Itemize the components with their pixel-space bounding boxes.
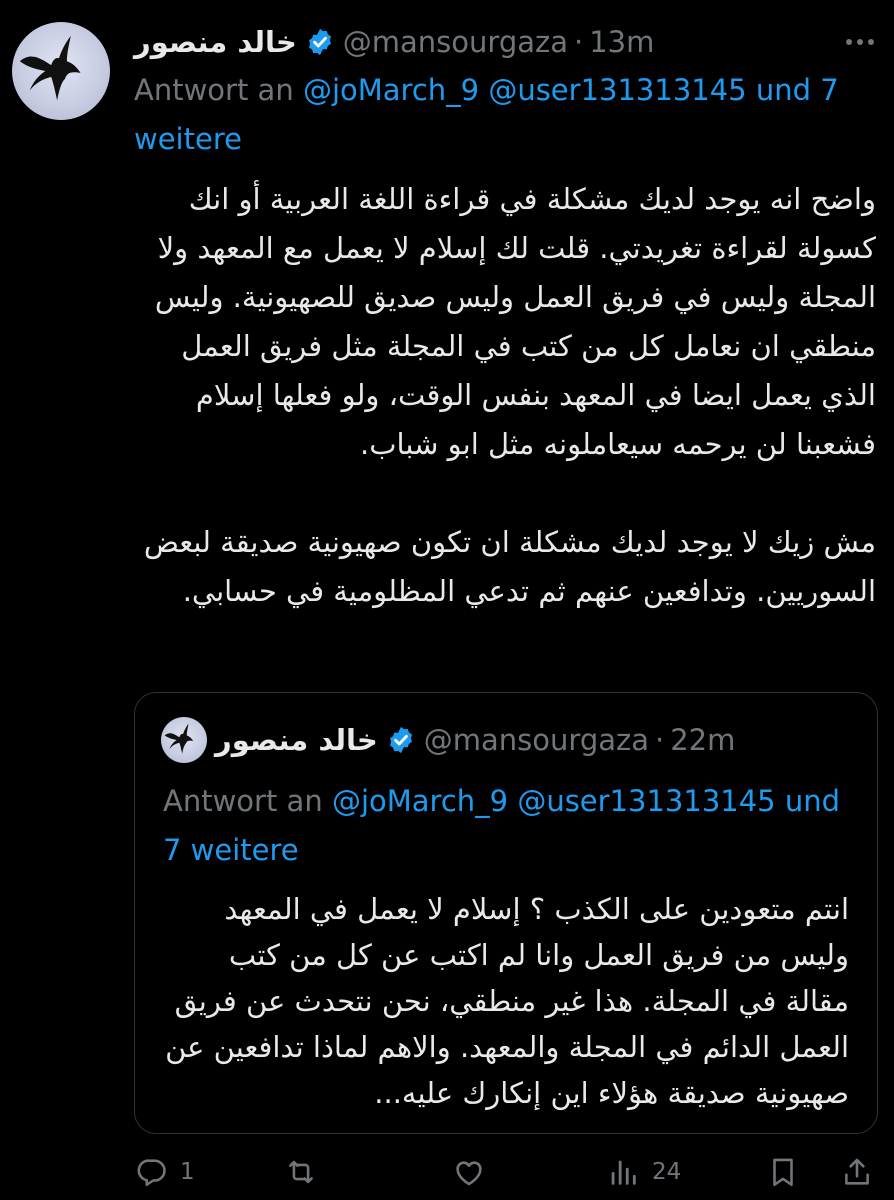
author-avatar[interactable]: [12, 22, 110, 120]
quoted-tweet-body: انتم متعودين على الكذب ؟ إسلام لا يعمل ف…: [165, 892, 849, 1110]
share-button[interactable]: [840, 1150, 874, 1194]
tweet-paragraph-1: واضح انه يوجد لديك مشكلة في قراءة اللغة …: [154, 182, 876, 461]
tweet-header: خالد منصور @mansourgaza · 13m: [134, 22, 874, 62]
bird-avatar-icon: [19, 35, 81, 101]
author-handle[interactable]: @mansourgaza: [343, 25, 568, 59]
like-button[interactable]: [452, 1150, 498, 1194]
quoted-author-avatar[interactable]: [161, 717, 207, 763]
tweet-time[interactable]: 13m: [589, 25, 654, 59]
reply-icon: [137, 1159, 166, 1187]
mention-jomarch[interactable]: @joMarch_9: [303, 73, 479, 107]
views-count: 24: [652, 1159, 682, 1185]
quoted-author-handle[interactable]: @mansourgaza: [424, 723, 649, 757]
tweet-action-bar: 1 24: [134, 1150, 874, 1194]
bookmark-icon: [773, 1158, 793, 1187]
mention-jomarch[interactable]: @joMarch_9: [332, 784, 508, 818]
tweet-body: واضح انه يوجد لديك مشكلة في قراءة اللغة …: [134, 175, 876, 616]
share-icon: [845, 1158, 869, 1185]
reply-count: 1: [180, 1159, 195, 1185]
reply-prefix: Antwort an: [134, 73, 294, 107]
retweet-button[interactable]: [284, 1150, 330, 1194]
bird-avatar-icon: [164, 723, 194, 754]
quoted-tweet[interactable]: خالد منصور @mansourgaza · 22m Antwort an…: [134, 692, 878, 1134]
quoted-tweet-time[interactable]: 22m: [670, 723, 735, 757]
mention-user131313145[interactable]: @user131313145: [517, 784, 775, 818]
tweet-paragraph-2: مش زيك لا يوجد لديك مشكلة ان تكون صهيوني…: [143, 525, 876, 608]
retweet-icon: [289, 1160, 313, 1184]
mention-user131313145[interactable]: @user131313145: [488, 73, 746, 107]
reply-to-line: Antwort an @joMarch_9 @user131313145 und…: [134, 66, 874, 164]
quoted-reply-to-line: Antwort an @joMarch_9 @user131313145 und…: [163, 777, 843, 875]
heart-icon: [456, 1161, 482, 1186]
verified-badge-icon: [308, 28, 331, 56]
reply-button[interactable]: 1: [134, 1150, 195, 1194]
more-icon[interactable]: [846, 22, 874, 62]
bookmark-button[interactable]: [766, 1150, 800, 1194]
separator-dot: ·: [655, 723, 665, 757]
views-icon: [611, 1160, 636, 1185]
reply-prefix: Antwort an: [163, 784, 323, 818]
verified-badge-icon: [389, 726, 412, 754]
quoted-author-name[interactable]: خالد منصور: [215, 723, 378, 757]
author-name[interactable]: خالد منصور: [134, 25, 297, 59]
quoted-tweet-header: خالد منصور @mansourgaza · 22m: [215, 718, 867, 762]
views-button[interactable]: 24: [606, 1150, 681, 1194]
separator-dot: ·: [574, 25, 584, 59]
